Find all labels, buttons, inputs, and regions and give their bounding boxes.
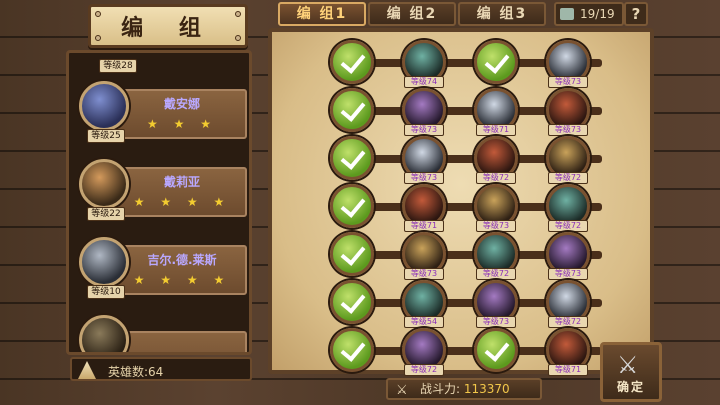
empty-slot-check-icon[interactable] bbox=[330, 232, 374, 276]
helmet-icon bbox=[78, 361, 96, 379]
hero-portrait bbox=[79, 237, 129, 287]
hero-portrait bbox=[79, 315, 129, 352]
hero-stars: ★ ★ ★ ★ bbox=[133, 273, 231, 287]
tab-team-3[interactable]: 编 组3 bbox=[458, 2, 546, 26]
nail-icon bbox=[235, 35, 241, 41]
team-capacity: 19/19 bbox=[554, 2, 624, 26]
empty-slot-check-icon[interactable] bbox=[330, 280, 374, 324]
slot-level-badge: 等级73 bbox=[404, 124, 444, 136]
hero-level-badge: 等级10 bbox=[87, 285, 125, 299]
help-button[interactable]: ? bbox=[624, 2, 648, 26]
hero-level-badge: 等级28 bbox=[99, 59, 137, 73]
hero-name-banner: 吉尔.德.莱斯 ★ ★ ★ ★ bbox=[117, 245, 247, 295]
slot-level-badge: 等级73 bbox=[476, 220, 516, 232]
hero-name-banner bbox=[117, 331, 247, 352]
nail-icon bbox=[235, 11, 241, 17]
tab-team-2[interactable]: 编 组2 bbox=[368, 2, 456, 26]
hero-name: 戴安娜 bbox=[163, 97, 200, 111]
nail-icon bbox=[95, 11, 101, 17]
confirm-button[interactable]: ⚔ 确定 bbox=[600, 342, 662, 402]
confirm-label: 确定 bbox=[616, 380, 645, 394]
empty-slot-check-icon[interactable] bbox=[474, 40, 518, 84]
battle-power-bar: ⚔ 战斗力: 113370 bbox=[386, 378, 542, 400]
chest-icon bbox=[560, 8, 574, 20]
hero-list-item[interactable]: 戴莉亚 ★ ★ ★ ★ 等级22 bbox=[73, 157, 249, 223]
hero-level-badge: 等级22 bbox=[87, 207, 125, 221]
hero-name: 戴莉亚 bbox=[163, 175, 200, 189]
hero-stars: ★ ★ ★ bbox=[147, 117, 217, 131]
hero-name: 吉尔.德.莱斯 bbox=[147, 253, 217, 267]
crossed-swords-icon: ⚔ bbox=[617, 351, 639, 379]
slot-level-badge: 等级71 bbox=[548, 364, 588, 376]
slot-level-badge: 等级54 bbox=[404, 316, 444, 328]
page-title-plaque: 编 组 bbox=[88, 4, 248, 48]
slot-level-badge: 等级73 bbox=[476, 316, 516, 328]
battle-power-value: 113370 bbox=[463, 382, 510, 396]
slot-level-badge: 等级73 bbox=[548, 124, 588, 136]
empty-slot-check-icon[interactable] bbox=[330, 184, 374, 228]
nail-icon bbox=[95, 35, 101, 41]
slot-level-badge: 等级71 bbox=[404, 220, 444, 232]
slot-level-badge: 等级73 bbox=[404, 172, 444, 184]
hero-list-item[interactable]: 戴安娜 ★ ★ ★ 等级25 bbox=[73, 79, 249, 145]
empty-slot-check-icon[interactable] bbox=[330, 88, 374, 132]
slot-level-badge: 等级72 bbox=[476, 172, 516, 184]
team-tabs: 编 组1 编 组2 编 组3 bbox=[278, 2, 546, 28]
empty-slot-check-icon[interactable] bbox=[474, 328, 518, 372]
formation-board: 等级74 等级73 等级73 等级71 等级73 等级73 等级72 等级72 等级71 等级73… bbox=[268, 28, 654, 376]
slot-level-badge: 等级72 bbox=[476, 268, 516, 280]
slot-level-badge: 等级74 bbox=[404, 76, 444, 88]
page-title: 编 组 bbox=[121, 16, 215, 41]
hero-portrait bbox=[79, 81, 129, 131]
hero-list-item[interactable]: 吉尔.德.莱斯 ★ ★ ★ ★ 等级10 bbox=[73, 235, 249, 301]
battle-power-label: 战斗力: bbox=[420, 382, 461, 396]
slot-level-badge: 等级73 bbox=[548, 76, 588, 88]
slot-level-badge: 等级71 bbox=[476, 124, 516, 136]
empty-slot-check-icon[interactable] bbox=[330, 40, 374, 84]
hero-stars: ★ ★ ★ ★ bbox=[133, 195, 231, 209]
crossed-swords-icon: ⚔ bbox=[396, 383, 408, 398]
hero-name-banner: 戴莉亚 ★ ★ ★ ★ bbox=[117, 167, 247, 217]
slot-level-badge: 等级72 bbox=[548, 220, 588, 232]
tab-team-1[interactable]: 编 组1 bbox=[278, 2, 366, 26]
empty-slot-check-icon[interactable] bbox=[330, 136, 374, 180]
hero-count-bar: 英雄数:64 bbox=[70, 357, 252, 381]
slot-level-badge: 等级73 bbox=[548, 268, 588, 280]
slot-level-badge: 等级72 bbox=[548, 172, 588, 184]
slot-level-badge: 等级72 bbox=[548, 316, 588, 328]
hero-name-banner: 戴安娜 ★ ★ ★ bbox=[117, 89, 247, 139]
hero-portrait bbox=[79, 159, 129, 209]
hero-count-label: 英雄数:64 bbox=[108, 365, 164, 379]
slot-level-badge: 等级72 bbox=[404, 364, 444, 376]
slot-level-badge: 等级73 bbox=[404, 268, 444, 280]
hero-level-badge: 等级25 bbox=[87, 129, 125, 143]
hero-list-panel[interactable]: 等级28 戴安娜 ★ ★ ★ 等级25 戴莉亚 ★ ★ ★ ★ 等级22 吉尔.… bbox=[66, 50, 252, 355]
empty-slot-check-icon[interactable] bbox=[330, 328, 374, 372]
hero-list-item[interactable] bbox=[73, 313, 249, 352]
capacity-value: 19/19 bbox=[580, 7, 615, 21]
